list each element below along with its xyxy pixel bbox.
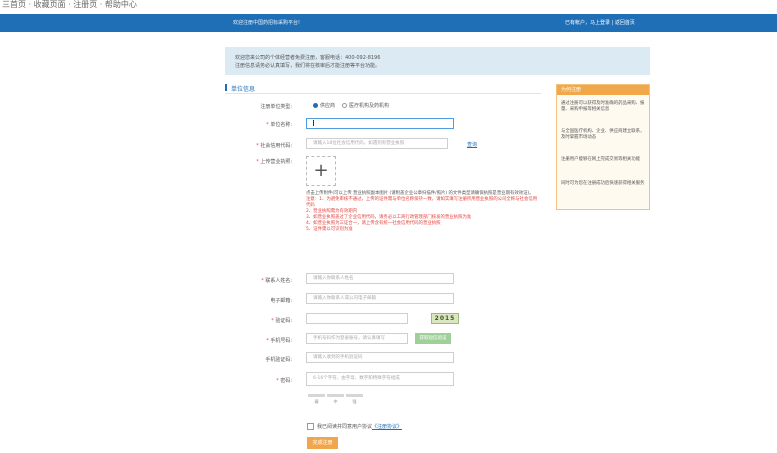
- phone-input[interactable]: 手机号码作为登录账号，请认真填写: [306, 333, 408, 344]
- tip-line: 5、证件需以可识别为准: [306, 227, 353, 232]
- email-input[interactable]: 请输入你联系人或公司电子邮箱: [306, 293, 454, 304]
- browser-menu-strip: 三首页 · 收藏页面 · 注册页 · 帮助中心: [0, 0, 777, 14]
- credit-label: * 社会信用代码:: [256, 143, 292, 149]
- get-sms-code-button[interactable]: 获取短信验证: [415, 333, 451, 344]
- license-label: * 上传营业执照:: [256, 159, 292, 165]
- strength-label-medium: 中: [333, 399, 338, 404]
- name-label-text: 单位名称:: [270, 122, 292, 128]
- panel-item: 通过注册可以获得及时准确的药品采购、报量、采购申报等相关信息: [561, 101, 645, 112]
- captcha-image[interactable]: 2015: [431, 313, 459, 324]
- welcome-text: 欢迎注册中国药招标采购平台!: [233, 20, 301, 26]
- notice-line-2: 注册信息请务必认真填写，我们将在核审后才能注册等平台功能。: [235, 63, 381, 69]
- submit-registration-button[interactable]: 完成注册: [307, 437, 338, 449]
- license-label-text: 上传营业执照:: [260, 159, 292, 165]
- contact-label-text: 联系人姓名:: [265, 278, 292, 284]
- tip-line: 注意：1、为避免审核不通过，上传的证件需与单位名称保持一致，请如实填写注册所用营…: [306, 197, 538, 208]
- captcha-label-text: 验证码:: [275, 318, 292, 324]
- notice-line-1: 欢迎您来公司的个体经营者免费注册，客服电话：400-092-8196: [235, 55, 381, 61]
- panel-item: 与全国医疗机构、企业、供应商建立联系，及时掌握市场动态: [561, 129, 645, 140]
- agreement-text: 我已阅读并同意用户协议: [317, 424, 373, 430]
- contact-name-input[interactable]: 请输入你联系人姓名: [306, 273, 454, 284]
- phone-label-text: 手机号码:: [270, 338, 292, 344]
- agreement-row: 我已阅读并同意用户协议《注册协议》: [307, 423, 402, 430]
- registration-notice: 欢迎您来公司的个体经营者免费注册，客服电话：400-092-8196 注册信息请…: [225, 47, 650, 75]
- login-home-links[interactable]: 已有帐户，马上登录 | 返回首页: [565, 19, 635, 26]
- credit-query-link[interactable]: 查询: [467, 141, 477, 148]
- sms-code-label: 手机验证码:: [222, 356, 292, 363]
- password-label-text: 密码:: [280, 378, 292, 384]
- email-label: 电子邮箱:: [222, 297, 292, 304]
- captcha-label: * 验证码:: [271, 318, 292, 324]
- radio-checked-icon: [313, 103, 318, 108]
- text-cursor: [313, 119, 314, 126]
- type-label: 注册单位类型:: [222, 103, 292, 110]
- company-name-input[interactable]: [306, 118, 454, 129]
- strength-bar-medium: [327, 394, 344, 397]
- agreement-checkbox[interactable]: [307, 423, 314, 430]
- sms-code-input[interactable]: 请输入收到的手机验证码: [306, 352, 454, 363]
- section-marker: [225, 84, 227, 91]
- panel-item: 注册用户能够在网上完成交易等相关功能: [561, 157, 641, 162]
- name-label: * 单位名称:: [266, 122, 292, 128]
- strength-label-strong: 强: [352, 399, 357, 404]
- password-input[interactable]: 6-16个字符，由字母、数字和特殊字符组成: [306, 372, 454, 386]
- section-header: 单位信息: [225, 83, 541, 94]
- panel-item: 同时可为您在注册成功后快速获得相关服务: [561, 181, 645, 186]
- credit-code-input[interactable]: 请输入18位社会信用代码，如遇到有营业执照: [306, 138, 448, 149]
- sms-code-label-text: 手机验证码:: [265, 357, 292, 363]
- credit-label-text: 社会信用代码:: [260, 143, 292, 149]
- radio-institution[interactable]: 医疗机构及药机构: [342, 102, 389, 109]
- radio-supplier[interactable]: 供应商: [313, 102, 335, 109]
- header-bar: 欢迎注册中国药招标采购平台! 已有帐户，马上登录 | 返回首页: [0, 14, 777, 32]
- panel-title: 为何注册: [557, 85, 649, 95]
- phone-label: * 手机号码:: [266, 338, 292, 344]
- strength-bar-weak: [308, 394, 325, 397]
- strength-label-weak: 弱: [314, 399, 319, 404]
- radio-unchecked-icon: [342, 103, 347, 108]
- contact-label: * 联系人姓名:: [261, 278, 292, 284]
- email-label-text: 电子邮箱:: [270, 298, 292, 304]
- upload-tips: 点击上传附件(可以上传 营业执照副本图片 (请附盖企业公章扫描件/照片) 的文件…: [306, 191, 538, 233]
- radio-supplier-label: 供应商: [320, 103, 336, 109]
- plus-icon: +: [313, 160, 329, 181]
- license-upload-box[interactable]: +: [306, 156, 336, 186]
- password-label: * 密码:: [276, 378, 292, 384]
- type-label-text: 注册单位类型:: [260, 104, 292, 110]
- radio-institution-label: 医疗机构及药机构: [349, 103, 390, 109]
- captcha-input[interactable]: [306, 313, 408, 324]
- section-title: 单位信息: [231, 86, 256, 93]
- agreement-link[interactable]: 《注册协议》: [372, 424, 402, 430]
- why-register-panel: 为何注册 通过注册可以获得及时准确的药品采购、报量、采购申报等相关信息 与全国医…: [556, 84, 650, 210]
- strength-bar-strong: [346, 394, 363, 397]
